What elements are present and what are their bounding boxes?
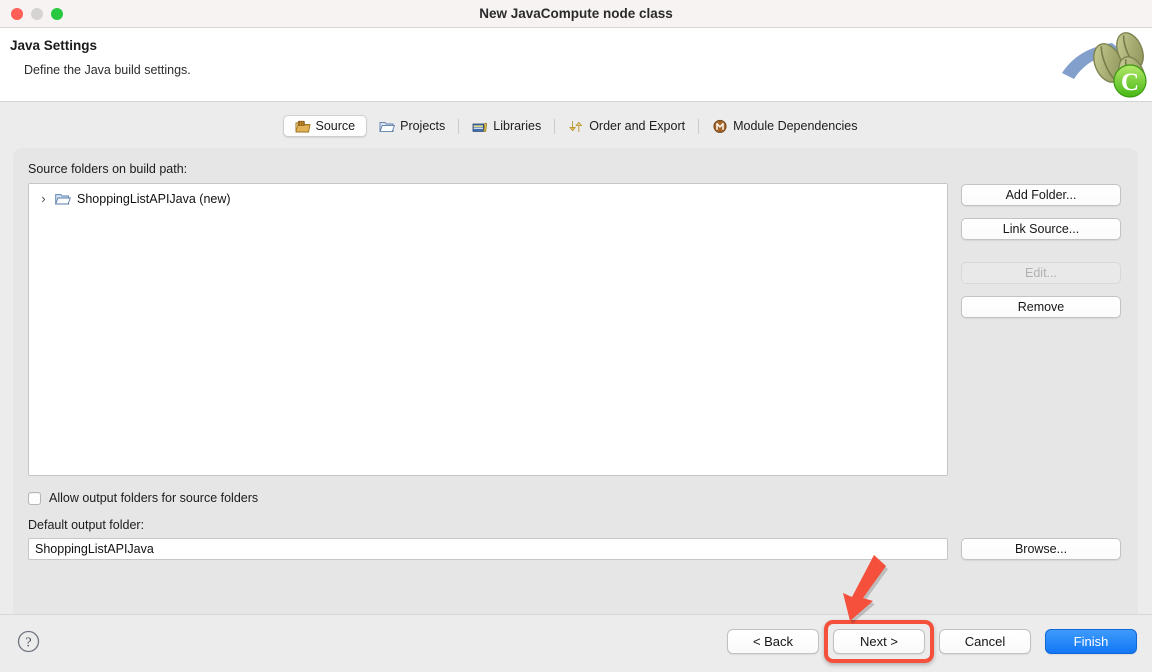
close-window-button[interactable] [11, 7, 23, 20]
default-output-folder-label: Default output folder: [28, 518, 145, 532]
allow-output-folders-row[interactable]: Allow output folders for source folders [28, 491, 1126, 505]
next-button-wrap: Next > [824, 620, 934, 663]
edit-button: Edit... [961, 262, 1121, 284]
tab-projects[interactable]: Projects [367, 115, 457, 137]
allow-output-folders-label: Allow output folders for source folders [49, 491, 259, 505]
default-output-folder-input[interactable]: ShoppingListAPIJava [28, 538, 948, 560]
cancel-button[interactable]: Cancel [939, 629, 1031, 654]
svg-text:?: ? [25, 636, 31, 651]
tab-label: Libraries [493, 119, 542, 133]
window-controls [0, 7, 63, 20]
source-folders-label: Source folders on build path: [28, 162, 188, 176]
source-folder-actions: Add Folder... Link Source... Edit... Rem… [961, 183, 1121, 476]
remove-button[interactable]: Remove [961, 296, 1121, 318]
java-coffee-beans-logo-icon: C [1060, 29, 1152, 101]
folder-icon [55, 193, 71, 205]
source-folder-icon [295, 120, 311, 132]
next-button[interactable]: Next > [833, 629, 925, 654]
source-folders-area: › ShoppingListAPIJava (new) Add Folder..… [28, 183, 1126, 476]
svg-text:C: C [1121, 69, 1139, 96]
books-icon [472, 122, 488, 132]
tab-source[interactable]: Source [282, 115, 368, 137]
finish-button[interactable]: Finish [1045, 629, 1137, 654]
title-bar: New JavaCompute node class [0, 0, 1152, 28]
chevron-right-icon[interactable]: › [38, 192, 49, 206]
footer-button-group: < Back Next > Cancel Finish [727, 620, 1137, 663]
zoom-window-button[interactable] [51, 7, 63, 20]
page-title: Java Settings [10, 38, 98, 53]
dialog-window: New JavaCompute node class Java Settings… [0, 0, 1152, 672]
tree-item-label: ShoppingListAPIJava (new) [77, 192, 231, 206]
dialog-footer: ? < Back Next > Cancel Finish [0, 614, 1152, 672]
page-subtitle: Define the Java build settings. [24, 63, 191, 77]
source-tab-panel: Source folders on build path: › Shopping… [13, 148, 1138, 647]
open-folder-icon [379, 121, 396, 132]
tab-module-dependencies[interactable]: Module Dependencies [700, 115, 869, 137]
tree-item-shoppinglistapijava[interactable]: › ShoppingListAPIJava (new) [29, 189, 947, 209]
wizard-content: Source Projects Libraries Order and Expo… [0, 102, 1152, 647]
allow-output-folders-checkbox[interactable] [28, 491, 41, 505]
tab-separator [698, 118, 700, 134]
tab-label: Module Dependencies [733, 119, 858, 133]
help-button[interactable]: ? [17, 630, 40, 653]
tab-separator [458, 118, 460, 134]
add-folder-button[interactable]: Add Folder... [961, 184, 1121, 206]
link-source-button[interactable]: Link Source... [961, 218, 1121, 240]
source-folders-tree[interactable]: › ShoppingListAPIJava (new) [28, 183, 948, 476]
tab-label: Order and Export [589, 119, 686, 133]
browse-button[interactable]: Browse... [961, 538, 1121, 560]
back-button[interactable]: < Back [727, 629, 819, 654]
tab-bar: Source Projects Libraries Order and Expo… [0, 114, 1152, 138]
tab-separator [554, 118, 556, 134]
minimize-window-button[interactable] [31, 7, 43, 20]
wizard-header: Java Settings Define the Java build sett… [0, 28, 1152, 102]
default-output-folder-row: ShoppingListAPIJava Browse... [28, 538, 1126, 560]
browse-button-wrap: Browse... [961, 538, 1121, 560]
tab-order-and-export[interactable]: Order and Export [556, 115, 697, 137]
tab-libraries[interactable]: Libraries [460, 115, 553, 137]
tab-label: Source [315, 119, 356, 133]
tab-label: Projects [400, 119, 446, 133]
window-title: New JavaCompute node class [479, 6, 673, 21]
up-down-arrows-icon [569, 120, 583, 132]
module-circle-icon [713, 119, 727, 133]
